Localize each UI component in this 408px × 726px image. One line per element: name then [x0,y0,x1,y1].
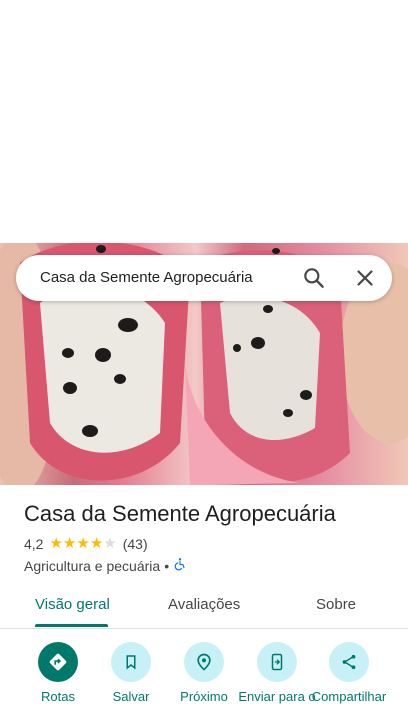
tab-indicator [35,624,108,627]
search-icon[interactable] [301,265,327,291]
share-button[interactable]: Compartilhar [309,642,389,704]
review-count[interactable]: (43) [123,536,148,552]
directions-label: Rotas [41,689,75,704]
star-rating: ★ ★ ★ ★ ★ [49,536,116,552]
action-bar: Rotas Salvar Próximo Enviar para o Compa… [0,640,408,726]
rating-row[interactable]: 4,2 ★ ★ ★ ★ ★ (43) [24,536,148,553]
place-title: Casa da Semente Agropecuária [24,501,336,526]
directions-icon [38,642,78,682]
save-label: Salvar [112,689,150,704]
separator: • [164,557,170,574]
send-to-phone-label: Enviar para o [238,689,316,704]
save-button[interactable]: Salvar [91,642,171,704]
share-icon [329,642,369,682]
send-to-phone-button[interactable]: Enviar para o [237,642,317,704]
send-to-phone-icon [257,642,297,682]
star-icon: ★ [89,535,104,552]
bookmark-icon [111,642,151,682]
directions-button[interactable]: Rotas [18,642,98,704]
tab-bar: Visão geral Avaliações Sobre [0,584,408,629]
tab-about[interactable]: Sobre [316,596,356,613]
nearby-button[interactable]: Próximo [164,642,244,704]
star-empty-icon: ★ [103,535,117,552]
tab-overview[interactable]: Visão geral [35,596,110,613]
nearby-icon [184,642,224,682]
star-icon: ★ [49,535,63,552]
star-icon: ★ [76,535,90,552]
share-label: Compartilhar [311,689,387,704]
rating-value: 4,2 [24,536,44,552]
tab-reviews[interactable]: Avaliações [168,596,240,613]
category-row: Agricultura e pecuária • [24,557,187,574]
star-icon: ★ [62,535,77,552]
search-bar[interactable]: Casa da Semente Agropecuária [16,255,392,301]
close-icon[interactable] [352,265,378,291]
wheelchair-icon [173,557,187,574]
category-label: Agricultura e pecuária [24,557,161,574]
nearby-label: Próximo [180,689,228,704]
search-input[interactable]: Casa da Semente Agropecuária [40,269,253,286]
